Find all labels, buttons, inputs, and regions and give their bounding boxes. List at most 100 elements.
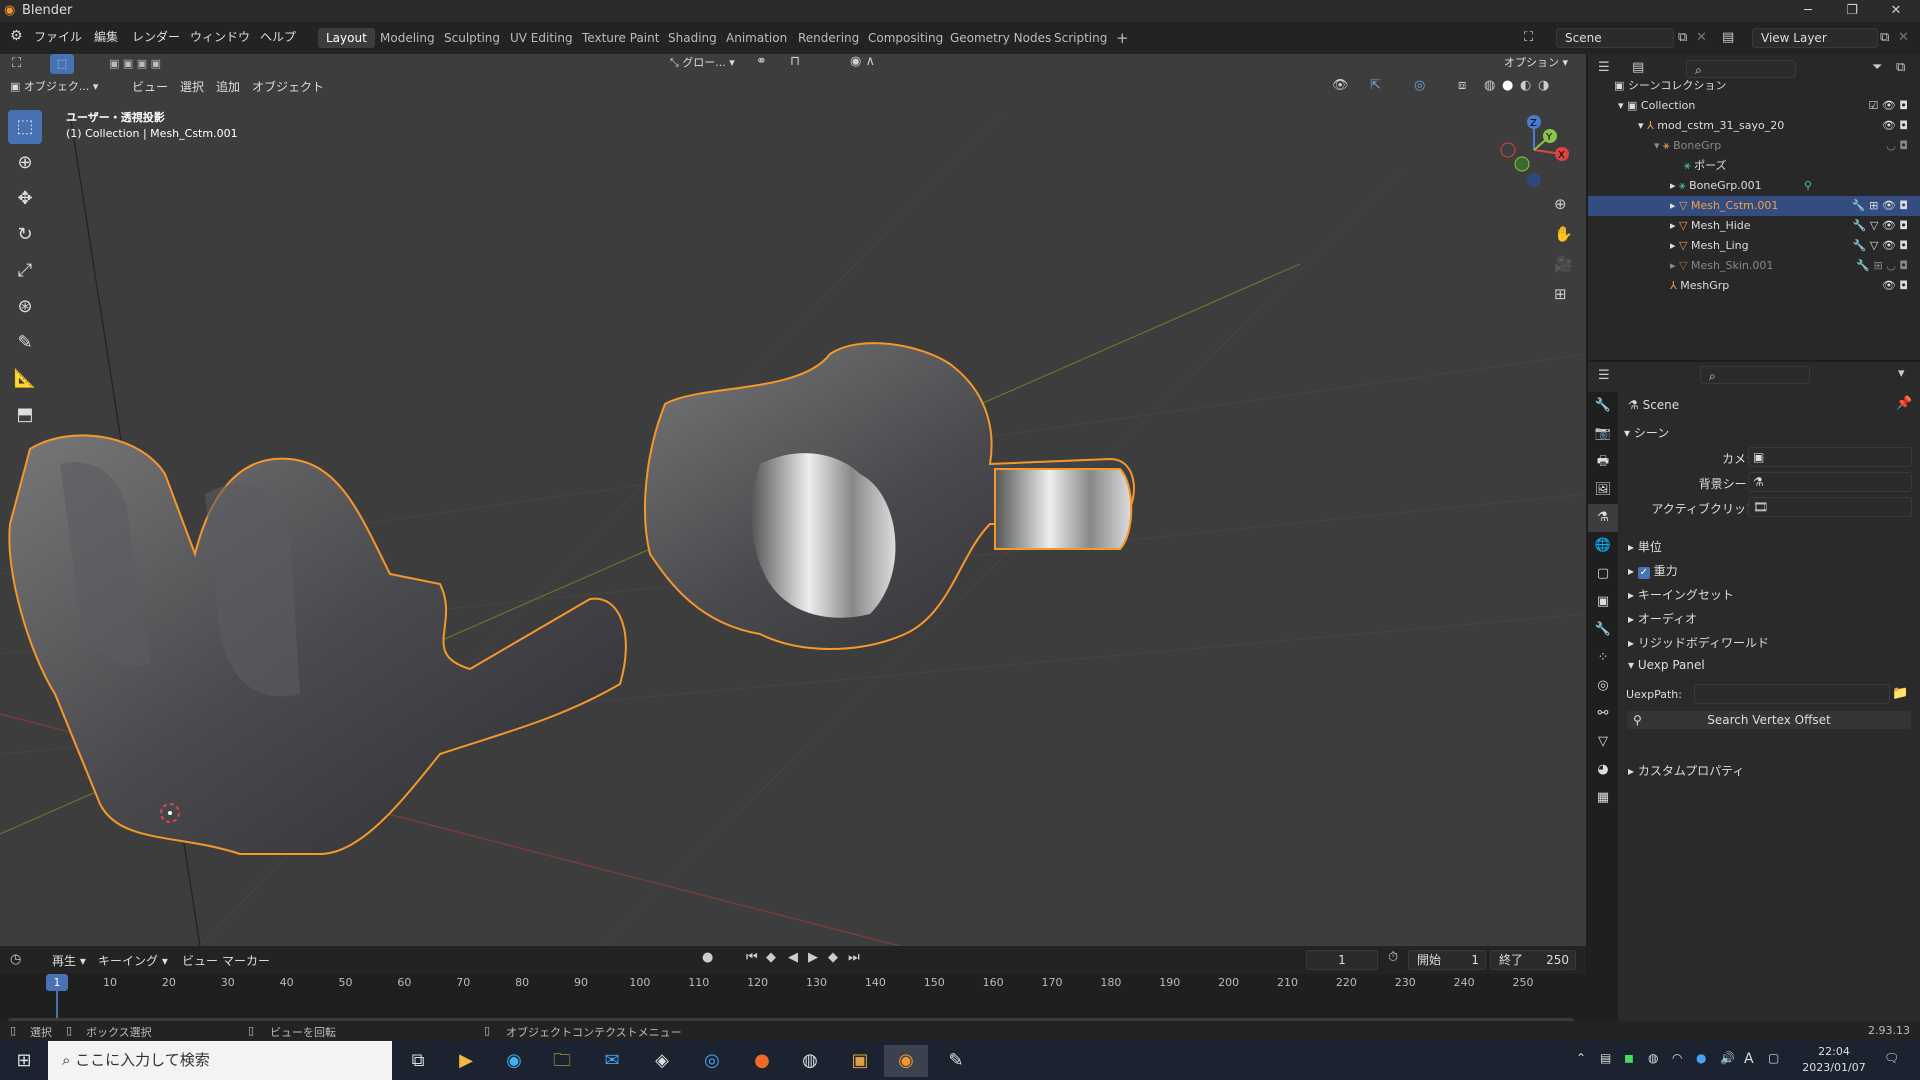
shading-rendered-icon[interactable]: ◑ bbox=[1538, 76, 1549, 96]
section-rigid-body-world[interactable]: ▸ リジッドボディワールド bbox=[1628, 634, 1769, 651]
modifier-tab-icon[interactable]: 🔧 bbox=[1588, 616, 1618, 644]
gravity-checkbox[interactable]: ✓ bbox=[1637, 567, 1650, 579]
move-tool-icon[interactable]: ✥ bbox=[8, 182, 42, 216]
timeline-menu-marker[interactable]: マーカー bbox=[222, 952, 270, 969]
options-dropdown[interactable]: オプション ▾ bbox=[1504, 54, 1568, 70]
view-layer-field[interactable]: View Layer bbox=[1752, 28, 1878, 48]
output-tab-icon[interactable]: 🖶 bbox=[1588, 448, 1618, 476]
visibility-icon[interactable]: 👁 bbox=[1332, 76, 1349, 96]
tab-compositing[interactable]: Compositing bbox=[860, 28, 951, 48]
media-app-icon[interactable]: ▶ bbox=[444, 1045, 488, 1077]
editor-type-icon[interactable]: ⛶ bbox=[12, 54, 21, 74]
shading-solid-icon[interactable]: ● bbox=[1502, 76, 1513, 96]
timeline-ruler[interactable]: 1102030405060708090100110120130140150160… bbox=[0, 974, 1586, 1026]
active-clip-field[interactable]: 🎞 bbox=[1748, 497, 1912, 517]
particles-tab-icon[interactable]: ⁘ bbox=[1588, 644, 1618, 672]
scene-tab-icon[interactable]: ⚗ bbox=[1588, 504, 1618, 532]
origin-icon[interactable]: ● bbox=[740, 1045, 784, 1077]
prev-keyframe-icon[interactable]: ◆ bbox=[766, 948, 776, 968]
uexp-path-field[interactable] bbox=[1694, 684, 1890, 704]
select-box-tool-icon[interactable]: ⬚ bbox=[8, 110, 42, 144]
tab-animation[interactable]: Animation bbox=[718, 28, 795, 48]
transform-orientation-dropdown[interactable]: ⤡ グロー... ▾ bbox=[670, 54, 735, 70]
object-tab-icon[interactable]: ▣ bbox=[1588, 588, 1618, 616]
tab-geometry-nodes[interactable]: Geometry Nodes bbox=[942, 28, 1059, 48]
camera-view-icon[interactable]: 🎥 bbox=[1554, 254, 1573, 274]
outliner-row[interactable]: ▸ ⚹ BoneGrp.001 ⚲ bbox=[1588, 176, 1920, 196]
annotate-tool-icon[interactable]: ✎ bbox=[8, 326, 42, 360]
tab-rendering[interactable]: Rendering bbox=[790, 28, 867, 48]
rotate-tool-icon[interactable]: ↻ bbox=[8, 218, 42, 252]
section-keying-sets[interactable]: ▸ キーイングセット bbox=[1628, 586, 1734, 603]
mail-icon[interactable]: ✉ bbox=[590, 1045, 634, 1077]
blender-taskbar-icon[interactable]: ◉ bbox=[884, 1045, 928, 1077]
timeline-menu-keying[interactable]: キーイング ▾ bbox=[98, 952, 168, 969]
pin-icon[interactable]: 📌 bbox=[1896, 394, 1912, 414]
tray-app-icon[interactable]: ▤ bbox=[1600, 1051, 1611, 1065]
menu-edit[interactable]: 編集 bbox=[94, 28, 118, 45]
visibility-icons[interactable]: ◡ ◘ bbox=[1886, 136, 1908, 156]
next-keyframe-icon[interactable]: ◆ bbox=[828, 948, 838, 968]
shading-material-icon[interactable]: ◐ bbox=[1520, 76, 1531, 96]
delete-view-layer-icon[interactable]: ✕ bbox=[1898, 28, 1909, 48]
section-audio[interactable]: ▸ オーディオ bbox=[1628, 610, 1697, 627]
scale-tool-icon[interactable]: ⤢ bbox=[8, 254, 42, 288]
outliner-row[interactable]: ⚹ ポーズ bbox=[1588, 156, 1920, 176]
menu-window[interactable]: ウィンドウ bbox=[190, 28, 250, 45]
search-vertex-offset-button[interactable]: ⚲ Search Vertex Offset bbox=[1626, 710, 1912, 730]
ime-indicator[interactable]: A bbox=[1744, 1051, 1754, 1067]
zoom-view-icon[interactable]: ⊕ bbox=[1554, 194, 1567, 214]
outliner-row[interactable]: ▸ ▽ Mesh_Cstm.001 🔧 ⊞ 👁 ◘ bbox=[1588, 196, 1920, 216]
clock[interactable]: 22:04 2023/01/07 bbox=[1796, 1044, 1872, 1076]
outliner-row[interactable]: ▸ ▽ Mesh_Hide 🔧 ▽ 👁 ◘ bbox=[1588, 216, 1920, 236]
action-center-icon[interactable]: 🗨 bbox=[1884, 1051, 1899, 1065]
timeline-editor-icon[interactable]: ◷ bbox=[10, 950, 21, 970]
file-explorer-icon[interactable]: 🗀 bbox=[540, 1045, 584, 1077]
tray-chevron-icon[interactable]: ⌃ bbox=[1576, 1051, 1586, 1065]
filter-icon[interactable]: ⏷ bbox=[1872, 58, 1882, 78]
timeline-menu-playback[interactable]: 再生 ▾ bbox=[52, 952, 86, 969]
outliner-row[interactable]: ▸ ▽ Mesh_Ling 🔧 ▽ 👁 ◘ bbox=[1588, 236, 1920, 256]
jump-end-icon[interactable]: ⏭ bbox=[848, 948, 860, 968]
viewport-menu-add[interactable]: 追加 bbox=[216, 78, 240, 95]
measure-tool-icon[interactable]: 📐 bbox=[8, 362, 42, 396]
view-layer-icon[interactable]: ▤ bbox=[1722, 28, 1734, 48]
viewport-menu-view[interactable]: ビュー bbox=[132, 78, 168, 95]
tray-steam-icon[interactable]: ◍ bbox=[1648, 1051, 1658, 1065]
paint-app-icon[interactable]: ✎ bbox=[934, 1045, 978, 1077]
outliner-row[interactable]: ▾ ⅄ mod_cstm_31_sayo_20 👁 ◘ bbox=[1588, 116, 1920, 136]
game-app-icon[interactable]: ▣ bbox=[838, 1045, 882, 1077]
object-mode-dropdown[interactable]: ▣ オブジェク... ▾ bbox=[10, 78, 98, 94]
menu-help[interactable]: ヘルプ bbox=[260, 28, 296, 45]
properties-editor-icon[interactable]: ☰ bbox=[1598, 366, 1610, 386]
tab-uv-editing[interactable]: UV Editing bbox=[502, 28, 581, 48]
menu-render[interactable]: レンダー bbox=[132, 28, 180, 45]
taskbar-search-box[interactable]: ⌕ ここに入力して検索 bbox=[48, 1041, 392, 1080]
add-workspace-icon[interactable]: + bbox=[1108, 28, 1137, 48]
outliner-row[interactable]: ▾ ▣ Collection ☑ 👁 ◘ bbox=[1588, 96, 1920, 116]
visibility-icons[interactable]: 🔧 ▽ 👁 ◘ bbox=[1853, 236, 1908, 256]
cursor-tool-icon[interactable]: ⊕ bbox=[8, 146, 42, 180]
outliner-display-icon[interactable]: ▤ bbox=[1632, 58, 1644, 78]
close-button[interactable]: ✕ bbox=[1874, 0, 1918, 22]
end-frame-field[interactable]: 終了 250 bbox=[1490, 950, 1576, 970]
start-frame-field[interactable]: 開始 1 bbox=[1408, 950, 1486, 970]
edge-icon[interactable]: ◉ bbox=[492, 1045, 536, 1077]
new-collection-icon[interactable]: ⧉ bbox=[1896, 58, 1905, 78]
view-layer-tab-icon[interactable]: 🖼 bbox=[1588, 476, 1618, 504]
section-custom-properties[interactable]: ▸ カスタムプロパティ bbox=[1628, 762, 1744, 779]
record-icon[interactable]: ● bbox=[702, 948, 713, 968]
jump-start-icon[interactable]: ⏮ bbox=[746, 948, 758, 968]
tab-texture-paint[interactable]: Texture Paint bbox=[574, 28, 667, 48]
camera-field[interactable]: ▣ bbox=[1748, 447, 1912, 467]
wifi-icon[interactable]: ◠ bbox=[1672, 1051, 1682, 1065]
selection-mode-buttons[interactable]: ▣ ▣ ▣ ▣ bbox=[88, 54, 182, 74]
proportional-edit-icon[interactable]: ◉ ∧ bbox=[850, 54, 875, 72]
outliner-row[interactable]: ⅄ MeshGrp 👁 ◘ bbox=[1588, 276, 1920, 296]
ubisoft-icon[interactable]: ◎ bbox=[690, 1045, 734, 1077]
properties-options-icon[interactable]: ▾ bbox=[1898, 364, 1905, 384]
menu-file[interactable]: ファイル bbox=[34, 28, 82, 45]
physics-tab-icon[interactable]: ◎ bbox=[1588, 672, 1618, 700]
scene-field[interactable]: Scene bbox=[1556, 28, 1674, 48]
scene-collection-row[interactable]: ▣ シーンコレクション bbox=[1588, 76, 1920, 96]
